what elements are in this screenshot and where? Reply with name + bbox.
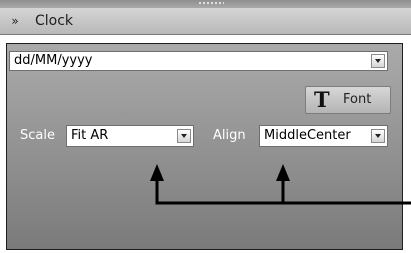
arrow-up-icon-align bbox=[276, 164, 290, 181]
arrow-up-icon-scale bbox=[150, 164, 164, 181]
annotation-connector-arrows bbox=[150, 164, 411, 205]
